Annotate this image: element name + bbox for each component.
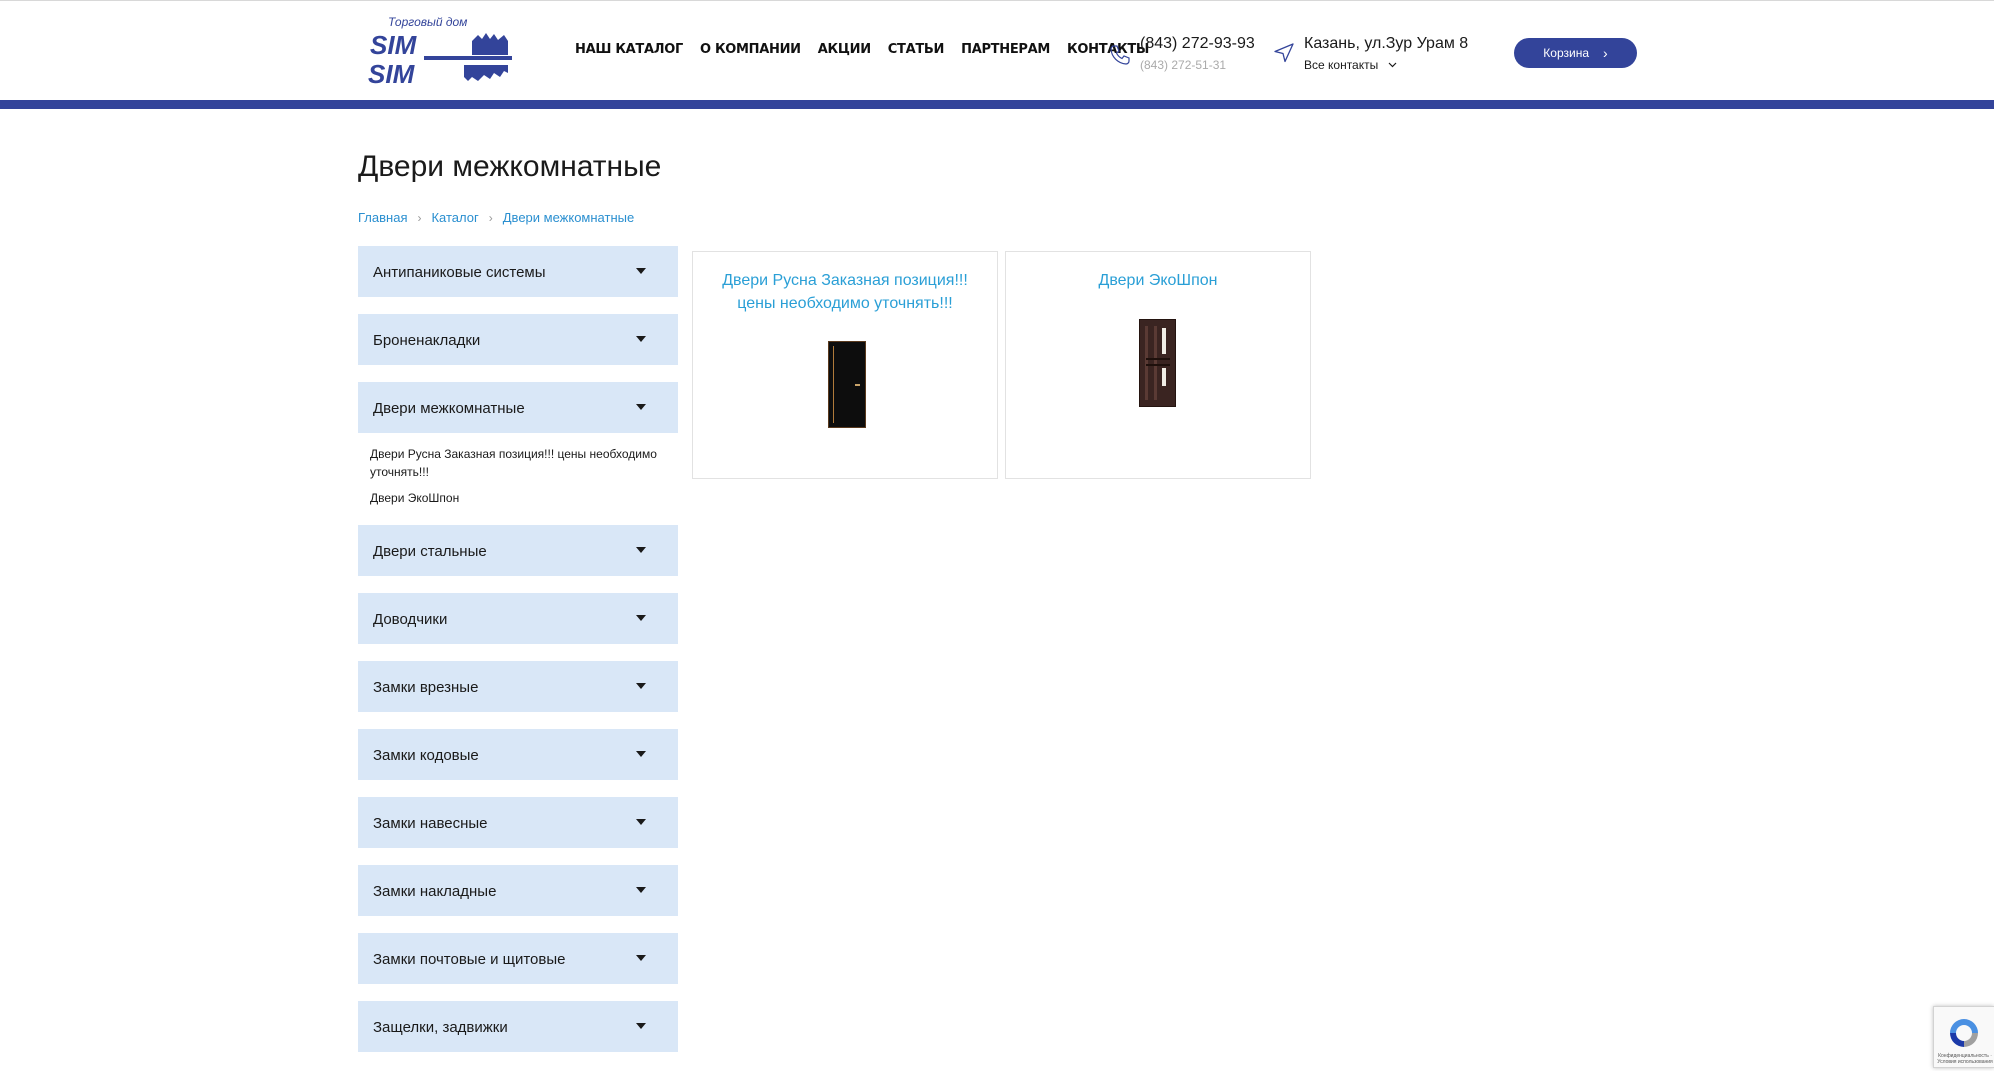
category-surface-locks[interactable]: Замки накладные [358,865,678,916]
category-label: Броненакладки [373,332,481,349]
door-crossbar [1146,358,1170,360]
main-nav: НАШ КАТАЛОГ О КОМПАНИИ АКЦИИ СТАТЬИ ПАРТ… [575,42,1149,57]
category-label: Замки врезные [373,679,479,696]
phone-icon [1110,45,1130,65]
phone-secondary[interactable]: (843) 272-51-31 [1140,58,1226,72]
caret-down-icon [636,751,646,757]
caret-down-icon [636,887,646,893]
category-label: Замки почтовые и щитовые [373,951,566,968]
subcategory-rusna-doors[interactable]: Двери Русна Заказная позиция!!! цены нео… [370,445,668,481]
breadcrumb-home[interactable]: Главная [358,210,407,225]
caret-down-icon [636,404,646,410]
door-glass-insert [1162,328,1166,354]
site-header: Торговый дом SIM SIM НАШ КАТАЛОГ О КОМПА… [0,0,1994,100]
svg-text:SIM: SIM [370,30,418,60]
cart-label: Корзина [1543,46,1590,60]
nav-promotions[interactable]: АКЦИИ [818,42,871,57]
category-mortise-locks[interactable]: Замки врезные [358,661,678,712]
subcategory-ecoshpon-doors[interactable]: Двери ЭкоШпон [370,489,668,507]
category-steel-doors[interactable]: Двери стальные [358,525,678,576]
category-mailbox-locks[interactable]: Замки почтовые и щитовые [358,933,678,984]
category-padlocks[interactable]: Замки навесные [358,797,678,848]
category-code-locks[interactable]: Замки кодовые [358,729,678,780]
category-label: Двери стальные [373,543,487,560]
caret-down-icon [636,547,646,553]
recaptcha-badge[interactable]: Конфиденциальность · Условия использован… [1933,1006,1994,1068]
recaptcha-icon [1950,1019,1978,1047]
category-label: Антипаниковые системы [373,264,546,281]
product-title[interactable]: Двери Русна Заказная позиция!!! цены нео… [703,269,987,315]
door-handle [855,384,860,386]
product-card[interactable]: Двери Русна Заказная позиция!!! цены нео… [692,251,998,479]
category-label: Замки навесные [373,815,488,832]
product-card[interactable]: Двери ЭкоШпон [1005,251,1311,479]
caret-down-icon [636,819,646,825]
header-accent-bar [0,100,1994,109]
door-panel-strip [1154,326,1157,400]
door-glass-insert [1162,368,1166,386]
category-label: Замки кодовые [373,747,479,764]
all-contacts-label: Все контакты [1304,58,1379,72]
black-door-image[interactable] [828,341,866,428]
breadcrumb-current[interactable]: Двери межкомнатные [503,210,634,225]
caret-down-icon [636,1023,646,1029]
category-label: Доводчики [373,611,448,628]
nav-about[interactable]: О КОМПАНИИ [700,42,801,57]
product-title[interactable]: Двери ЭкоШпон [1016,269,1300,292]
subcategory-list: Двери Русна Заказная позиция!!! цены нео… [358,445,678,507]
caret-down-icon [636,268,646,274]
nav-articles[interactable]: СТАТЬИ [888,42,945,57]
site-logo[interactable]: Торговый дом SIM SIM [368,15,516,87]
logo-tagline: Торговый дом [388,15,468,29]
door-crossbar [1146,364,1170,366]
breadcrumb: Главная › Каталог › Двери межкомнатные [358,210,634,225]
location-arrow-icon [1274,43,1294,63]
category-label: Замки накладные [373,883,497,900]
nav-partners[interactable]: ПАРТНЕРАМ [961,42,1050,57]
caret-down-icon [636,683,646,689]
nav-catalog[interactable]: НАШ КАТАЛОГ [575,42,683,57]
category-label: Двери межкомнатные [373,400,525,417]
breadcrumb-catalog[interactable]: Каталог [431,210,478,225]
svg-text:SIM: SIM [368,59,416,87]
category-door-closers[interactable]: Доводчики [358,593,678,644]
dark-wood-door-image[interactable] [1139,319,1176,407]
door-panel-strip [1145,326,1148,400]
breadcrumb-separator-icon: › [417,210,422,225]
all-contacts-link[interactable]: Все контакты [1304,58,1397,72]
chevron-down-icon [1388,62,1397,68]
category-interior-doors[interactable]: Двери межкомнатные [358,382,678,433]
caret-down-icon [636,955,646,961]
category-antipanic[interactable]: Антипаниковые системы [358,246,678,297]
breadcrumb-separator-icon: › [488,210,493,225]
caret-down-icon [636,615,646,621]
recaptcha-text[interactable]: Конфиденциальность · Условия использован… [1937,1053,1993,1065]
phone-main[interactable]: (843) 272-93-93 [1140,35,1255,53]
category-label: Защелки, задвижки [373,1019,508,1036]
caret-down-icon [636,336,646,342]
product-grid: Двери Русна Заказная позиция!!! цены нео… [692,251,1311,479]
category-armor-plates[interactable]: Броненакладки [358,314,678,365]
address-text: Казань, ул.Зур Урам 8 [1304,35,1469,52]
category-sidebar: Антипаниковые системы Броненакладки Двер… [358,246,678,1069]
door-trim [833,346,834,423]
category-latches-bolts[interactable]: Защелки, задвижки [358,1001,678,1052]
page-title: Двери межкомнатные [358,150,662,183]
chevron-right-icon: › [1603,45,1608,61]
sim-sim-logo-mark: SIM SIM [368,30,512,87]
cart-button[interactable]: Корзина › [1514,38,1637,68]
